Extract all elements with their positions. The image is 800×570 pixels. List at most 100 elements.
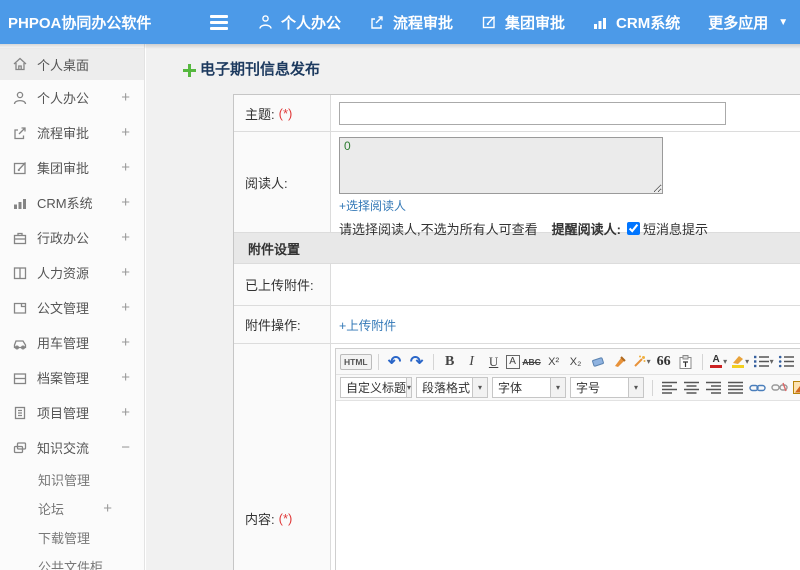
expand-plus-icon[interactable]: + [103, 500, 112, 517]
sidebar-item-group-approval[interactable]: 集团审批 + [0, 150, 144, 185]
ordered-list-button[interactable]: ▾ [753, 352, 774, 372]
readers-textarea[interactable]: 0 [339, 137, 663, 194]
hamburger-menu-icon[interactable] [210, 12, 228, 33]
select-readers-link[interactable]: +选择阅读人 [339, 197, 406, 214]
caret-down-icon: ▾ [628, 378, 643, 397]
align-justify-icon [727, 381, 743, 394]
editor-toolbar-row-1: HTML ↶ ↷ B I U A ABC X² X₂ ▾ 66 A ▾ ▾ ▾ [336, 349, 800, 375]
bold-button[interactable]: B [440, 352, 460, 372]
required-mark: (*) [278, 105, 293, 121]
car-icon [13, 339, 27, 349]
expand-plus-icon[interactable]: + [121, 194, 130, 211]
sms-notify-checkbox[interactable] [626, 222, 640, 235]
expand-plus-icon[interactable]: + [121, 264, 130, 281]
chart-icon [593, 15, 608, 30]
app-logo[interactable]: PHPOA协同办公软件 [8, 12, 158, 33]
font-family-select[interactable]: 字体 ▾ [492, 377, 566, 398]
upload-attachment-link[interactable]: +上传附件 [339, 315, 396, 334]
format-painter-button[interactable] [610, 352, 630, 372]
rich-text-editor: HTML ↶ ↷ B I U A ABC X² X₂ ▾ 66 A ▾ ▾ ▾ … [335, 348, 800, 570]
align-right-icon [705, 381, 721, 394]
marker-pen-icon [732, 355, 745, 368]
sidebar-item-knowledge-exchange[interactable]: 知识交流 − [0, 430, 144, 465]
expand-plus-icon[interactable]: + [121, 229, 130, 246]
font-color-icon: A [710, 355, 723, 368]
content-row: 内容: (*) HTML ↶ ↷ B I U A ABC X² X₂ ▾ 66 … [234, 343, 800, 570]
align-justify-button[interactable] [725, 378, 745, 398]
expand-plus-icon[interactable]: + [121, 404, 130, 421]
unlink-button[interactable] [769, 378, 789, 398]
sidebar-item-crm[interactable]: CRM系统 + [0, 185, 144, 220]
edit-icon [481, 14, 497, 30]
sidebar-item-project-mgmt[interactable]: 项目管理 + [0, 395, 144, 430]
superscript-button[interactable]: X² [544, 352, 564, 372]
caret-down-icon: ▾ [769, 357, 774, 366]
nav-workflow-approval[interactable]: 流程审批 [369, 12, 453, 33]
sidebar-subitem-knowledge-mgmt[interactable]: 知识管理 [0, 465, 144, 494]
sidebar-subitem-download-mgmt[interactable]: 下载管理 [0, 523, 144, 552]
magic-wand-icon [633, 355, 646, 367]
subject-input[interactable] [339, 101, 726, 125]
expand-plus-icon[interactable]: + [121, 124, 130, 141]
collapse-minus-icon[interactable]: − [121, 439, 130, 456]
expand-plus-icon[interactable]: + [121, 299, 130, 316]
insert-image-button[interactable] [791, 378, 800, 398]
redo-button[interactable]: ↷ [407, 352, 427, 372]
expand-plus-icon[interactable]: + [121, 89, 130, 106]
caret-down-icon: ▼ [778, 16, 789, 28]
subscript-button[interactable]: X₂ [566, 352, 586, 372]
sidebar-item-admin-office[interactable]: 行政办公 + [0, 220, 144, 255]
heading-select[interactable]: 自定义标题 ▾ [340, 377, 412, 398]
attachment-operation-row: 附件操作: +上传附件 [234, 305, 800, 343]
expand-plus-icon[interactable]: + [121, 334, 130, 351]
sidebar-item-vehicle-mgmt[interactable]: 用车管理 + [0, 325, 144, 360]
caret-down-icon: ▾ [723, 357, 728, 366]
sidebar-subitem-public-file-cabinet[interactable]: 公共文件柜 [0, 552, 144, 570]
format-clear-button[interactable] [588, 352, 608, 372]
expand-plus-icon[interactable]: + [121, 369, 130, 386]
chart-icon [14, 198, 26, 209]
unordered-list-button[interactable] [776, 352, 796, 372]
sidebar-subitem-forum[interactable]: 论坛 + [0, 494, 144, 523]
highlight-color-button[interactable]: ▾ [731, 352, 751, 372]
person-icon [13, 91, 27, 104]
nav-personal-office[interactable]: 个人办公 [258, 12, 341, 33]
expand-plus-icon[interactable]: + [121, 159, 130, 176]
sidebar-item-desktop[interactable]: 个人桌面 [0, 48, 144, 80]
uploaded-label-cell: 已上传附件: [234, 264, 331, 305]
align-center-button[interactable] [681, 378, 701, 398]
sidebar-item-hr[interactable]: 人力资源 + [0, 255, 144, 290]
blockquote-button[interactable]: 66 [654, 352, 674, 372]
bullet-list-icon [778, 355, 794, 368]
sidebar-item-personal-office[interactable]: 个人办公 + [0, 80, 144, 115]
page-title: 电子期刊信息发布 [183, 60, 800, 80]
undo-button[interactable]: ↶ [385, 352, 405, 372]
notebook-icon [14, 406, 26, 419]
editor-content-area[interactable] [336, 401, 800, 570]
sidebar-item-workflow-approval[interactable]: 流程审批 + [0, 115, 144, 150]
align-center-icon [683, 381, 699, 394]
person-icon [258, 14, 273, 30]
underline-button[interactable]: U [484, 352, 504, 372]
font-color-button[interactable]: A ▾ [709, 352, 729, 372]
nav-group-approval[interactable]: 集团审批 [481, 12, 565, 33]
sidebar-item-archive-mgmt[interactable]: 档案管理 + [0, 360, 144, 395]
insert-link-button[interactable] [747, 378, 767, 398]
nav-crm-system[interactable]: CRM系统 [593, 12, 680, 33]
strikethrough-button[interactable]: ABC [522, 352, 542, 372]
align-right-button[interactable] [703, 378, 723, 398]
sidebar-item-document-mgmt[interactable]: 公文管理 + [0, 290, 144, 325]
subject-label-cell: 主题: (*) [234, 95, 331, 131]
nav-more-apps[interactable]: 更多应用 ▼ [708, 12, 788, 33]
paragraph-format-select[interactable]: 段落格式 ▾ [416, 377, 488, 398]
font-border-button[interactable]: A [505, 354, 520, 369]
italic-button[interactable]: I [462, 352, 482, 372]
source-code-button[interactable]: HTML [340, 353, 372, 370]
page-body: 个人桌面 个人办公 + 流程审批 + 集团审批 + CRM系统 + 行政办公 +… [0, 44, 800, 570]
paste-text-button[interactable] [676, 352, 696, 372]
align-left-button[interactable] [659, 378, 679, 398]
font-size-select[interactable]: 字号 ▾ [570, 377, 644, 398]
auto-typeset-button[interactable]: ▾ [632, 352, 652, 372]
caret-down-icon: ▾ [472, 378, 487, 397]
readers-label-cell: 阅读人: [234, 132, 331, 232]
